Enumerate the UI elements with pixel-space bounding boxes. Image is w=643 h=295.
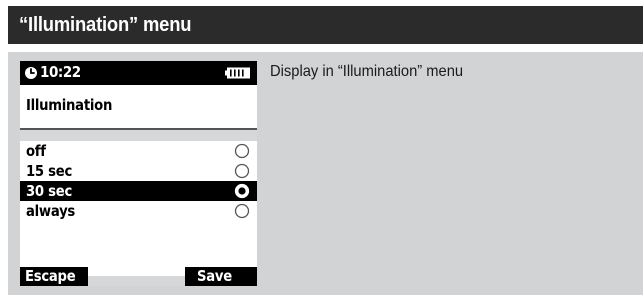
save-button[interactable]: Save — [185, 267, 257, 286]
device-display: 10:22 Illumination off 15 sec 30 sec alw… — [20, 61, 257, 286]
page-header: “Illumination” menu — [8, 6, 643, 44]
option-label: 15 sec — [26, 162, 73, 180]
clock-icon — [25, 67, 37, 79]
display-caption: Display in “Illumination” menu — [270, 63, 464, 80]
battery-icon — [225, 67, 250, 79]
screen-title: Illumination — [26, 96, 113, 114]
option-label: 30 sec — [26, 182, 73, 200]
option-off[interactable]: off — [20, 141, 257, 161]
content-panel: Display in “Illumination” menu 10:22 Ill… — [8, 52, 643, 295]
softkey-bar: Escape Save — [20, 267, 257, 286]
screen-title-area: Illumination — [20, 85, 257, 130]
option-15-sec[interactable]: 15 sec — [20, 161, 257, 181]
page-title: “Illumination” menu — [19, 13, 192, 36]
radio-unselected-icon[interactable] — [234, 203, 250, 219]
option-30-sec[interactable]: 30 sec — [20, 181, 257, 201]
status-bar: 10:22 — [20, 61, 257, 85]
radio-selected-icon[interactable] — [234, 183, 250, 199]
escape-button[interactable]: Escape — [20, 267, 88, 286]
radio-unselected-icon[interactable] — [234, 143, 250, 159]
option-label: always — [26, 202, 76, 220]
save-button-label: Save — [197, 267, 232, 285]
option-always[interactable]: always — [20, 201, 257, 221]
option-label: off — [26, 142, 46, 160]
escape-button-label: Escape — [25, 267, 76, 285]
radio-unselected-icon[interactable] — [234, 163, 250, 179]
status-time: 10:22 — [40, 63, 81, 81]
option-list: off 15 sec 30 sec always — [20, 141, 257, 276]
